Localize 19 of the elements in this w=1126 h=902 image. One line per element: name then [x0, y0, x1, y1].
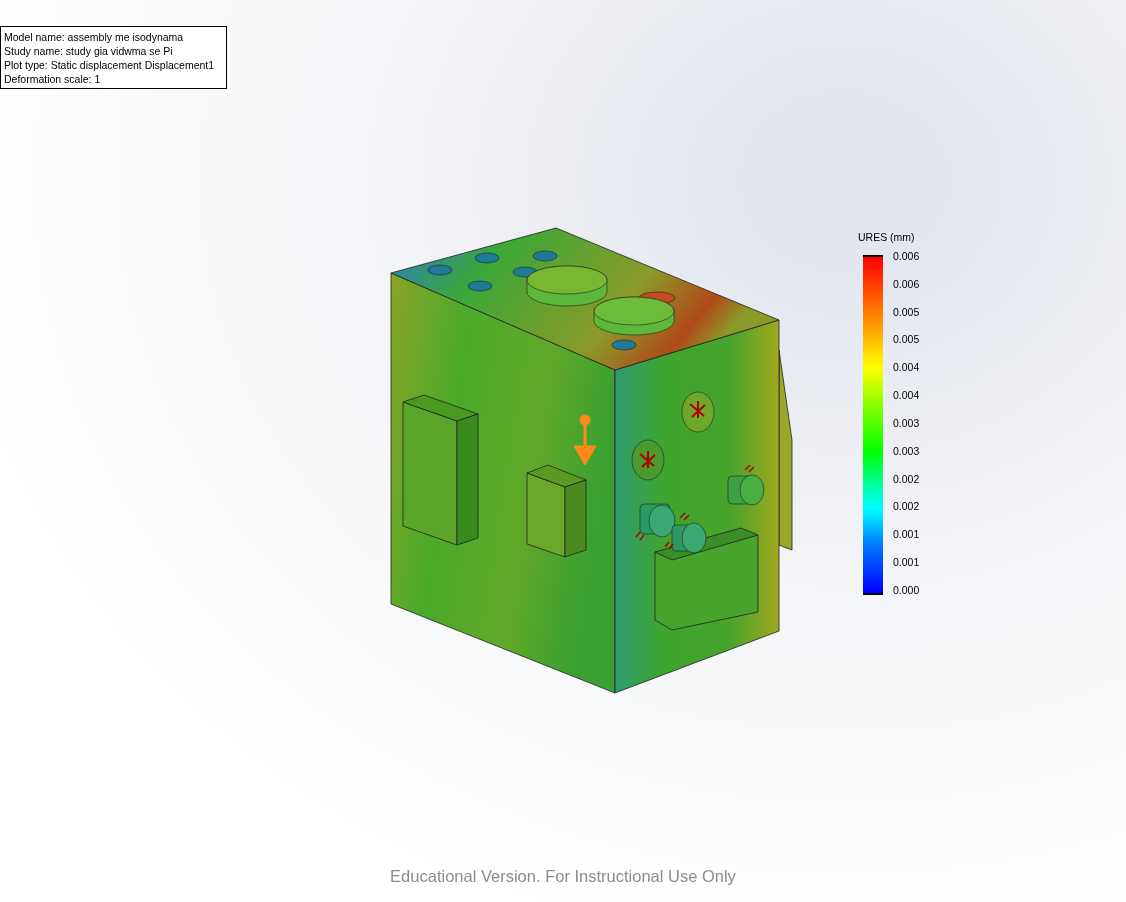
scale-value: 0.001: [893, 528, 920, 541]
scale-value: 0.006: [893, 277, 920, 290]
legend-title: URES (mm): [858, 231, 916, 243]
scale-value: 0.002: [893, 472, 920, 485]
license-notice: Educational Version. For Instructional Use Only: [390, 867, 736, 886]
scale-value: 0.005: [893, 333, 920, 346]
info-text: Plot type: Static displacement Displacement1: [4, 58, 216, 72]
info-text: Deformation scale: 1: [4, 72, 102, 86]
scale-value: 0.003: [893, 416, 920, 429]
scale-value: 0.004: [893, 389, 920, 402]
scale-value: 0.001: [893, 556, 920, 569]
scale-value: 0.004: [893, 361, 920, 374]
info-text: Model name: assembly me isodynama: [4, 30, 185, 44]
scale-value: 0.005: [893, 305, 920, 318]
scale-value: 0.000: [893, 583, 920, 596]
scale-value: 0.003: [893, 444, 920, 457]
scale-value: 0.006: [893, 250, 920, 262]
scale-value: 0.002: [893, 500, 920, 513]
info-text: Study name: study gia vidwma se Pi: [4, 44, 174, 58]
